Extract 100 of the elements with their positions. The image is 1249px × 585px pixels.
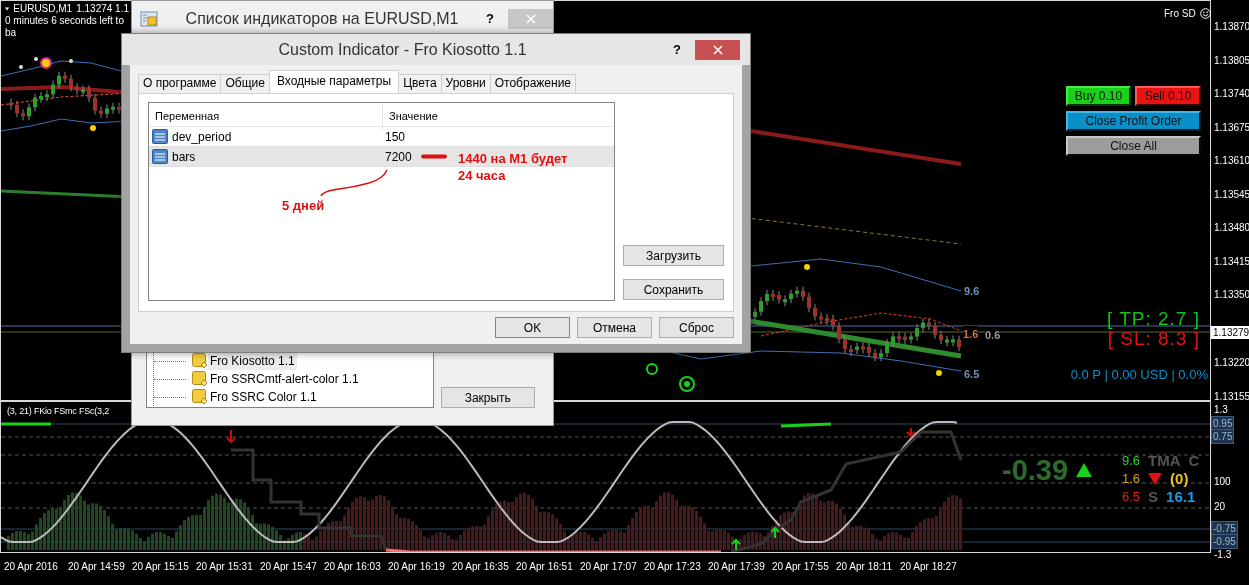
time-label: 20 Apr 17:39 xyxy=(708,560,765,574)
take-profit-label: [ TP: 2.7 ] xyxy=(1106,309,1200,329)
time-label: 20 Apr 18:11 xyxy=(836,560,892,574)
price-label: 1.13675 xyxy=(1214,120,1249,134)
indicator-header: (3, 21) FKio FSmc FSc(3,2 xyxy=(7,405,110,418)
time-label: 20 Apr 16:35 xyxy=(452,560,509,574)
dialog-button[interactable]: Отмена xyxy=(577,317,652,338)
time-label: 20 Apr 17:07 xyxy=(580,560,637,574)
side-button[interactable]: Загрузить xyxy=(623,245,724,266)
time-label: 20 Apr 15:31 xyxy=(196,560,253,574)
window-title: Custom Indicator - Fro Kiosotto 1.1 xyxy=(277,39,528,60)
indicator-value: 6.5 xyxy=(1122,488,1141,505)
close-button[interactable] xyxy=(695,39,740,60)
indicator-value: S xyxy=(1148,488,1159,505)
side-button[interactable]: Сохранить xyxy=(623,279,724,300)
scale-label: -0.95 xyxy=(1211,534,1238,549)
signal-dot xyxy=(34,57,38,61)
scale-label: 100 xyxy=(1214,475,1231,488)
trade-button[interactable]: Close All xyxy=(1066,136,1201,156)
symbol-label: EURUSD,M1 xyxy=(13,3,73,15)
column-header: Переменная xyxy=(154,109,221,124)
signal-dot xyxy=(69,59,73,63)
oscillator-reading: -0.39 xyxy=(1002,455,1069,485)
window-title: Список индикаторов на EURUSD,M1 xyxy=(184,9,460,29)
signal-dot xyxy=(40,57,52,69)
time-label: 20 Apr 18:27 xyxy=(900,560,957,574)
time-label: 20 Apr 2016 xyxy=(4,560,58,574)
signal-dot xyxy=(19,65,23,69)
tab[interactable]: Уровни xyxy=(440,74,491,93)
help-button[interactable]: ? xyxy=(673,39,681,60)
indicator-value: 9.6 xyxy=(1122,452,1141,469)
signal-line xyxy=(780,422,832,428)
time-label: 20 Apr 14:59 xyxy=(68,560,125,574)
tree-item[interactable]: Fro SSRC Color 1.1 xyxy=(208,388,319,406)
dialog-button[interactable]: OK xyxy=(495,317,570,338)
price-label: 1.13610 xyxy=(1214,154,1249,167)
indicator-value: TMA xyxy=(1148,452,1181,469)
table-cell-text: bars xyxy=(172,148,196,166)
indicator-icon xyxy=(192,353,208,369)
tab[interactable]: О программе xyxy=(138,74,222,93)
price-label: 1.13415 xyxy=(1214,254,1249,268)
up-arrow-icon xyxy=(770,526,780,539)
indicator-icon xyxy=(192,371,208,387)
tab[interactable]: Общие xyxy=(220,74,270,93)
trade-button[interactable]: Buy 0.10 xyxy=(1066,86,1131,106)
help-button[interactable]: ? xyxy=(486,9,494,29)
signal-line xyxy=(1,422,51,426)
time-label: 20 Apr 15:47 xyxy=(260,560,317,574)
close-window-button[interactable]: Закрыть xyxy=(440,387,535,408)
indicator-value: 16.1 xyxy=(1166,488,1196,505)
tree-item[interactable]: Fro SSRCmtf-alert-color 1.1 xyxy=(208,370,361,388)
trade-button[interactable]: Close Profit Order xyxy=(1066,111,1201,131)
table-cell-text: 7200 xyxy=(384,148,412,166)
indicator-value: 1.6 xyxy=(1122,470,1141,487)
close-icon xyxy=(525,14,536,24)
price-label: 1.13220 xyxy=(1214,356,1249,369)
indicator-value: (0) xyxy=(1170,470,1189,487)
scale-label: 0.75 xyxy=(1211,429,1235,444)
time-label: 20 Apr 16:03 xyxy=(324,560,381,574)
dialog-button[interactable]: Сброс xyxy=(659,317,734,338)
time-label: 20 Apr 15:15 xyxy=(132,560,189,574)
annotation-line xyxy=(319,169,389,197)
time-label: 20 Apr 17:55 xyxy=(772,560,829,574)
time-label: 20 Apr 16:51 xyxy=(516,560,573,574)
window-icon xyxy=(140,11,158,27)
annotation-text: 5 дней xyxy=(282,197,325,215)
dropdown-icon[interactable] xyxy=(5,6,10,12)
price-label: 1.13155 xyxy=(1214,389,1249,403)
trade-button[interactable]: Sell 0.10 xyxy=(1135,86,1201,106)
price-label: 1.13805 xyxy=(1214,53,1249,67)
column-header: Значение xyxy=(382,103,614,130)
tab[interactable]: Входные параметры xyxy=(268,70,400,93)
up-arrow-icon xyxy=(731,538,741,551)
price-label: 1.13740 xyxy=(1214,87,1249,100)
smiley-icon xyxy=(1199,8,1211,19)
signal-dot xyxy=(936,370,942,376)
annotation-text: 1440 на М1 будет xyxy=(458,150,568,168)
table-cell-text: dev_period xyxy=(172,128,232,146)
down-arrow-icon xyxy=(906,427,916,438)
down-arrow-icon xyxy=(226,429,236,444)
price-readout: 1.13274 1.1 xyxy=(76,3,129,15)
price-label: 1.13480 xyxy=(1214,221,1249,234)
price-label: 1.13545 xyxy=(1214,187,1249,201)
table-cell-text: 150 xyxy=(384,128,406,146)
tab[interactable]: Цвета xyxy=(398,74,442,93)
time-label: 20 Apr 17:23 xyxy=(644,560,701,574)
account-summary: 0.0 P | 0.00 USD | 0.0% xyxy=(1070,366,1208,384)
stop-loss-label: [ SL: 8.3 ] xyxy=(1107,329,1200,349)
annotation-dash xyxy=(421,154,447,159)
bid-price-label: 1.13279 xyxy=(1211,326,1249,339)
time-label: 20 Apr 16:19 xyxy=(388,560,445,574)
tab[interactable]: Отображение xyxy=(489,74,576,93)
price-label: 1.13870 xyxy=(1214,20,1249,33)
scale-label: 1.3 xyxy=(1214,403,1228,416)
price-label: 1.13350 xyxy=(1214,288,1249,301)
indicator-value: C xyxy=(1188,452,1200,469)
expert-label: Fro SD xyxy=(1164,7,1196,21)
indicator-icon xyxy=(192,389,208,405)
countdown-text: 0 minutes 6 seconds left to ba xyxy=(5,15,125,39)
scale-label: -1.3 xyxy=(1214,548,1232,561)
